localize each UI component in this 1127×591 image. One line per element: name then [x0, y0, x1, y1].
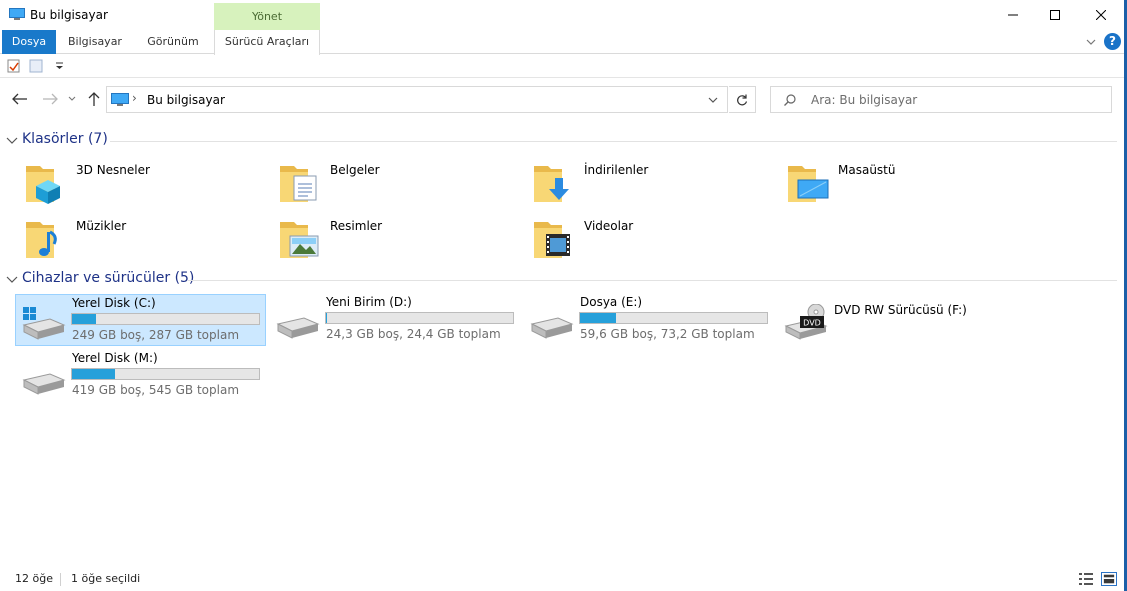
drive-usage-bar: [71, 368, 260, 380]
collapse-chevron-icon[interactable]: [6, 275, 18, 285]
desktop-folder-icon: [788, 166, 829, 202]
breadcrumb-separator[interactable]: ›: [132, 91, 137, 105]
folder-label: İndirilenler: [584, 163, 649, 177]
title-bar: Bu bilgisayar Yönet: [0, 0, 1127, 30]
drive-info: 419 GB boş, 545 GB toplam: [72, 383, 240, 397]
drive-c[interactable]: Yerel Disk (C:) 249 GB boş, 287 GB topla…: [15, 294, 266, 346]
search-input[interactable]: Ara: Bu bilgisayar: [811, 93, 917, 107]
hard-drive-icon: [22, 373, 66, 395]
refresh-icon: [737, 94, 748, 105]
drive-usage-bar: [325, 312, 514, 324]
tab-view[interactable]: Görünüm: [140, 30, 206, 54]
drive-usage-fill: [580, 313, 616, 323]
drive-usage-bar: [71, 313, 260, 325]
drive-e[interactable]: Dosya (E:) 59,6 GB boş, 73,2 GB toplam: [524, 294, 776, 346]
expand-ribbon-icon[interactable]: [1085, 36, 1097, 48]
drive-usage-fill: [326, 313, 327, 323]
address-dropdown-icon[interactable]: [707, 95, 719, 105]
section-divider: [188, 280, 1117, 281]
selected-count: 1 öğe seçildi: [71, 572, 141, 585]
documents-folder-icon: [280, 166, 317, 202]
maximize-icon: [1050, 10, 1060, 20]
minimize-button[interactable]: [990, 0, 1036, 30]
minimize-icon: [1008, 14, 1018, 16]
tab-drive-tools[interactable]: Sürücü Araçları: [214, 30, 320, 55]
hard-drive-icon: [530, 317, 574, 339]
folder-3d-objects[interactable]: 3D Nesneler: [24, 158, 264, 208]
status-divider: [60, 573, 61, 586]
drive-name: Yerel Disk (M:): [72, 351, 158, 365]
tab-file[interactable]: Dosya: [2, 30, 56, 54]
refresh-button[interactable]: [729, 86, 756, 113]
folder-label: Belgeler: [330, 163, 380, 177]
drive-name: Yerel Disk (C:): [72, 296, 156, 310]
contextual-tab-group-manage: Yönet: [214, 3, 320, 30]
videos-folder-icon: [534, 222, 570, 258]
drive-d[interactable]: Yeni Birim (D:) 24,3 GB boş, 24,4 GB top…: [270, 294, 522, 346]
recent-locations-icon[interactable]: [66, 92, 78, 106]
drive-info: 249 GB boş, 287 GB toplam: [72, 328, 240, 342]
drive-name: DVD RW Sürücüsü (F:): [834, 303, 967, 317]
item-count: 12 öğe: [15, 572, 53, 585]
breadcrumb-this-pc[interactable]: Bu bilgisayar: [147, 93, 225, 107]
customize-toolbar-icon[interactable]: [52, 58, 68, 74]
window-title: Bu bilgisayar: [30, 8, 108, 22]
ribbon-tab-bar: Dosya Bilgisayar Görünüm Sürücü Araçları: [0, 30, 1127, 55]
hard-drive-icon: [276, 317, 320, 339]
folder-pictures[interactable]: Resimler: [278, 214, 518, 264]
drive-usage-bar: [579, 312, 768, 324]
up-arrow-icon[interactable]: [85, 90, 103, 108]
folder-label: Resimler: [330, 219, 383, 233]
quick-access-toolbar: [0, 55, 1127, 78]
this-pc-icon: [9, 8, 25, 20]
drive-f-dvd[interactable]: DVD DVD RW Sürücüsü (F:): [778, 294, 1030, 346]
pictures-folder-icon: [280, 222, 319, 258]
details-view-icon[interactable]: [1078, 572, 1094, 586]
back-arrow-icon[interactable]: [10, 90, 30, 108]
drive-info: 59,6 GB boş, 73,2 GB toplam: [580, 327, 755, 341]
section-divider: [110, 141, 1117, 142]
address-bar[interactable]: › Bu bilgisayar: [106, 86, 728, 113]
search-icon: [784, 94, 796, 106]
3d-objects-folder-icon: [26, 166, 60, 204]
folder-music[interactable]: Müzikler: [24, 214, 264, 264]
folders-section-title: Klasörler (7): [22, 131, 108, 147]
forward-arrow-icon[interactable]: [40, 90, 60, 108]
drives-section-title: Cihazlar ve sürücüler (5): [22, 270, 195, 286]
drives-section-header[interactable]: Cihazlar ve sürücüler (5): [0, 270, 1127, 290]
search-box[interactable]: Ara: Bu bilgisayar: [770, 86, 1112, 113]
status-bar: 12 öğe 1 öğe seçildi: [0, 568, 1127, 591]
this-pc-icon: [111, 93, 129, 106]
music-folder-icon: [26, 222, 57, 258]
drive-usage-fill: [72, 369, 115, 379]
maximize-button[interactable]: [1032, 0, 1078, 30]
new-folder-icon[interactable]: [28, 58, 44, 74]
drive-usage-fill: [72, 314, 97, 324]
folder-label: 3D Nesneler: [76, 163, 150, 177]
properties-icon[interactable]: [6, 58, 22, 74]
drive-m[interactable]: Yerel Disk (M:) 419 GB boş, 545 GB topla…: [16, 350, 268, 402]
folder-videos[interactable]: Videolar: [532, 214, 772, 264]
dvd-drive-icon: DVD: [784, 304, 828, 340]
close-button[interactable]: [1078, 0, 1124, 30]
downloads-folder-icon: [534, 166, 569, 202]
tab-computer[interactable]: Bilgisayar: [60, 30, 130, 54]
drive-name: Dosya (E:): [580, 295, 643, 309]
dvd-badge: DVD: [803, 319, 821, 328]
folder-label: Videolar: [584, 219, 634, 233]
collapse-chevron-icon[interactable]: [6, 136, 18, 146]
folder-desktop[interactable]: Masaüstü: [786, 158, 1026, 208]
folder-label: Masaüstü: [838, 163, 896, 177]
folder-downloads[interactable]: İndirilenler: [532, 158, 772, 208]
windows-drive-icon: [22, 307, 66, 340]
help-icon[interactable]: ?: [1104, 33, 1121, 50]
folders-section-header[interactable]: Klasörler (7): [0, 131, 1127, 151]
folder-documents[interactable]: Belgeler: [278, 158, 518, 208]
folder-label: Müzikler: [76, 219, 127, 233]
drive-name: Yeni Birim (D:): [326, 295, 412, 309]
drive-info: 24,3 GB boş, 24,4 GB toplam: [326, 327, 501, 341]
large-icons-view-icon[interactable]: [1101, 572, 1117, 586]
close-icon: [1096, 10, 1106, 20]
